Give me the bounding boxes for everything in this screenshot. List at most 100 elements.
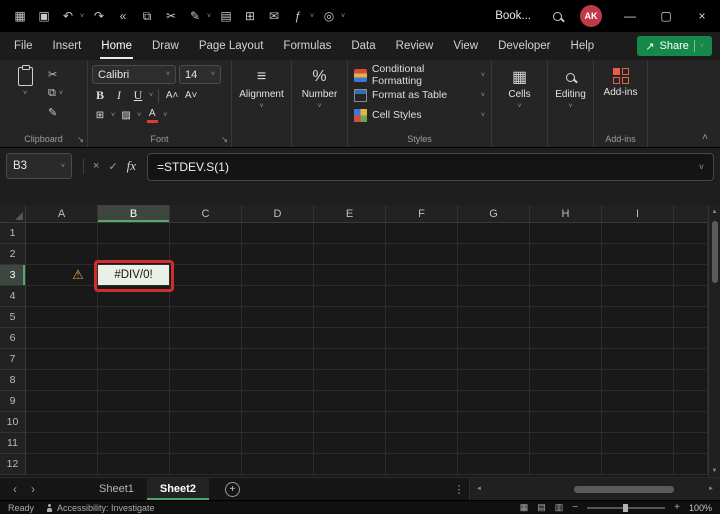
column-header-A[interactable]: A <box>26 205 98 222</box>
collapse-ribbon-icon[interactable]: ˄ <box>702 132 708 143</box>
row-header-4[interactable]: 4 <box>0 286 26 307</box>
cell-I7[interactable] <box>602 349 674 370</box>
cell-E10[interactable] <box>314 412 386 433</box>
cell-F1[interactable] <box>386 223 458 244</box>
printer-icon[interactable]: ▤ <box>214 2 238 30</box>
cell-B7[interactable] <box>98 349 170 370</box>
cell-I9[interactable] <box>602 391 674 412</box>
cell-A2[interactable] <box>26 244 98 265</box>
cell-D3[interactable] <box>242 265 314 286</box>
cell-A4[interactable] <box>26 286 98 307</box>
cell-I8[interactable] <box>602 370 674 391</box>
decrease-font-button[interactable]: A˅ <box>183 87 199 104</box>
format-as-table-button[interactable]: Format as Table ˅ <box>352 85 487 105</box>
cell-E6[interactable] <box>314 328 386 349</box>
row-header-5[interactable]: 5 <box>0 307 26 328</box>
cell-E4[interactable] <box>314 286 386 307</box>
increase-font-button[interactable]: A˄ <box>164 87 180 104</box>
zoom-slider[interactable] <box>587 503 666 512</box>
zoom-out-button[interactable]: − <box>572 502 578 513</box>
cell-H8[interactable] <box>530 370 602 391</box>
cell-I12[interactable] <box>602 454 674 475</box>
cell-B8[interactable] <box>98 370 170 391</box>
cell-A8[interactable] <box>26 370 98 391</box>
cell-A6[interactable] <box>26 328 98 349</box>
cell-D4[interactable] <box>242 286 314 307</box>
conditional-formatting-button[interactable]: Conditional Formatting ˅ <box>352 63 487 87</box>
cell-E11[interactable] <box>314 433 386 454</box>
undo-dropdown-icon[interactable]: ˅ <box>77 2 87 30</box>
row-header-11[interactable]: 11 <box>0 433 26 454</box>
tab-view[interactable]: View <box>443 32 488 60</box>
close-button[interactable]: × <box>684 0 720 32</box>
cell-B3[interactable]: #DIV/0! <box>98 265 170 286</box>
alignment-group-button[interactable]: ≡ Alignment ˅ <box>232 60 292 147</box>
cell-I6[interactable] <box>602 328 674 349</box>
cut-icon[interactable]: ✂ <box>159 2 183 30</box>
cell-B9[interactable] <box>98 391 170 412</box>
clipboard-dialog-launcher-icon[interactable]: ↘ <box>77 135 84 144</box>
tab-draw[interactable]: Draw <box>142 32 189 60</box>
scroll-up-icon[interactable]: ▲ <box>709 205 720 218</box>
paste-dropdown-icon[interactable]: ˅ <box>23 90 27 97</box>
addins-button[interactable]: Add-ins <box>598 65 643 98</box>
cell-H3[interactable] <box>530 265 602 286</box>
cell-A9[interactable] <box>26 391 98 412</box>
cell-B2[interactable] <box>98 244 170 265</box>
column-header-D[interactable]: D <box>242 205 314 222</box>
save-icon[interactable]: ▣ <box>32 2 56 30</box>
copy-dropdown-icon[interactable]: ˅ <box>59 90 63 97</box>
cell-D9[interactable] <box>242 391 314 412</box>
cell-G9[interactable] <box>458 391 530 412</box>
vertical-scrollbar[interactable]: ▲ ▼ <box>708 205 720 477</box>
cell-G4[interactable] <box>458 286 530 307</box>
formula-input[interactable]: =STDEV.S(1) ˅ <box>147 153 714 181</box>
collapse-toolbar-icon[interactable]: « <box>111 2 135 30</box>
italic-button[interactable]: I <box>111 87 127 104</box>
cell-H7[interactable] <box>530 349 602 370</box>
row-header-1[interactable]: 1 <box>0 223 26 244</box>
maximize-button[interactable]: ▢ <box>648 0 684 32</box>
cell-F11[interactable] <box>386 433 458 454</box>
zoom-level[interactable]: 100% <box>689 503 712 513</box>
cell-G12[interactable] <box>458 454 530 475</box>
cell-G7[interactable] <box>458 349 530 370</box>
cell-E8[interactable] <box>314 370 386 391</box>
cell-G1[interactable] <box>458 223 530 244</box>
font-color-button[interactable]: A <box>144 107 160 124</box>
cell-F4[interactable] <box>386 286 458 307</box>
font-color-dropdown-icon[interactable]: ˅ <box>163 112 167 119</box>
tab-formulas[interactable]: Formulas <box>273 32 341 60</box>
row-header-2[interactable]: 2 <box>0 244 26 265</box>
editing-group-button[interactable]: Editing ˅ <box>548 60 594 147</box>
table-icon[interactable]: ⊞ <box>238 2 262 30</box>
cell-G3[interactable] <box>458 265 530 286</box>
cell-D8[interactable] <box>242 370 314 391</box>
cell-C4[interactable] <box>170 286 242 307</box>
cell-B1[interactable] <box>98 223 170 244</box>
zoom-in-button[interactable]: + <box>674 502 680 513</box>
tab-home[interactable]: Home <box>91 32 142 60</box>
number-group-button[interactable]: % Number ˅ <box>292 60 348 147</box>
cut-button[interactable]: ✂ <box>48 65 63 83</box>
row-header-8[interactable]: 8 <box>0 370 26 391</box>
draw-function-dropdown-icon[interactable]: ˅ <box>307 2 317 30</box>
cell-C1[interactable] <box>170 223 242 244</box>
cell-I2[interactable] <box>602 244 674 265</box>
cell-C10[interactable] <box>170 412 242 433</box>
share-dropdown-icon[interactable]: ˅ <box>700 43 704 50</box>
cell-B11[interactable] <box>98 433 170 454</box>
cell-F3[interactable] <box>386 265 458 286</box>
cell-I5[interactable] <box>602 307 674 328</box>
cell-H9[interactable] <box>530 391 602 412</box>
cell-C2[interactable] <box>170 244 242 265</box>
horizontal-scrollbar-track[interactable] <box>486 478 704 500</box>
cell-G5[interactable] <box>458 307 530 328</box>
zoom-slider-thumb[interactable] <box>623 503 629 512</box>
tab-file[interactable]: File <box>4 32 43 60</box>
name-box-dropdown-icon[interactable]: ˅ <box>61 163 65 170</box>
cell-D1[interactable] <box>242 223 314 244</box>
cells-group-button[interactable]: ▦ Cells ˅ <box>492 60 548 147</box>
cell-H10[interactable] <box>530 412 602 433</box>
underline-dropdown-icon[interactable]: ˅ <box>149 92 153 99</box>
